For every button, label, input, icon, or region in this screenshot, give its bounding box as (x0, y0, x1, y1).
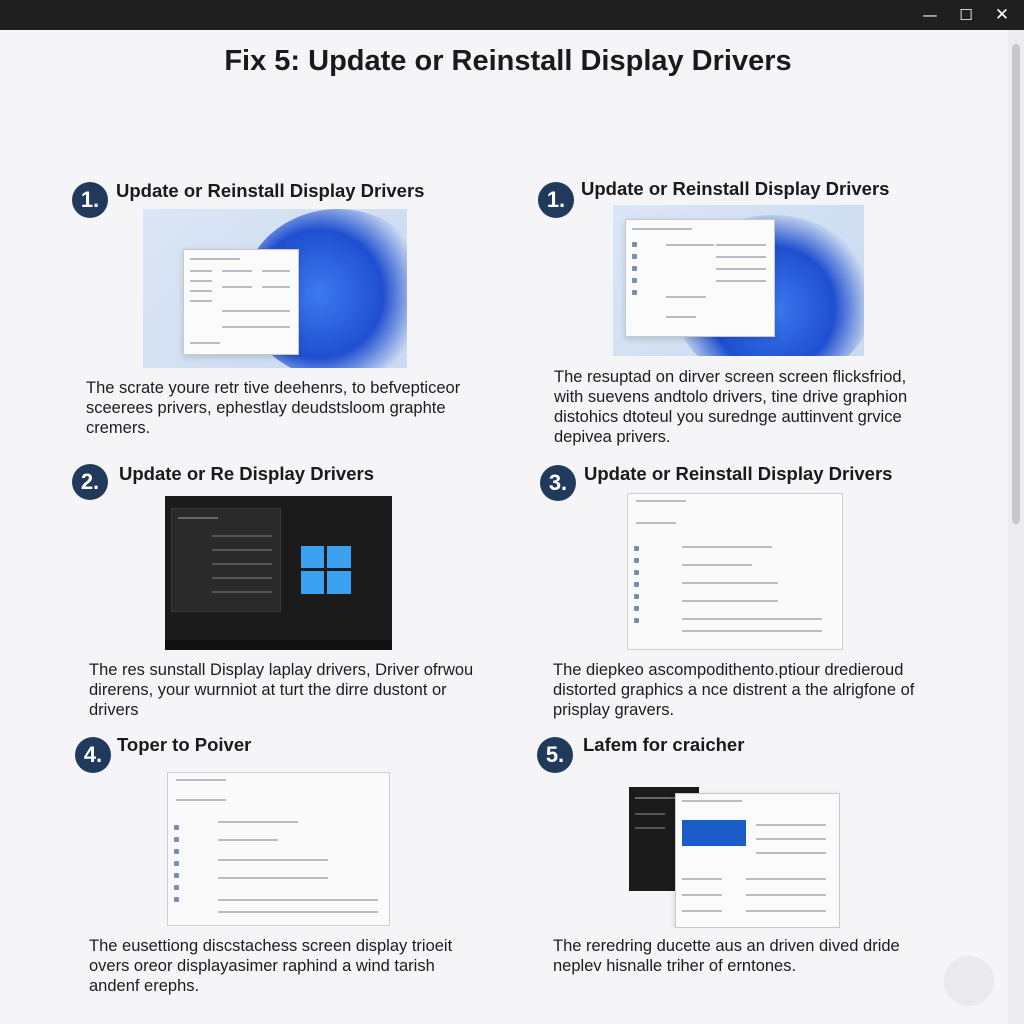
step-title: Update or Reinstall Display Drivers (584, 463, 893, 484)
step-title: Update or Reinstall Display Drivers (116, 180, 425, 201)
page-title: Fix 5: Update or Reinstall Display Drive… (224, 45, 792, 77)
step-title: Update or Reinstall Display Drivers (581, 178, 890, 199)
step-description: The resuptad on dirver screen screen fli… (554, 368, 908, 446)
window-title-bar: — ☐ ✕ (0, 0, 1024, 30)
step-screenshot (627, 493, 843, 650)
step-number-badge: 4. (75, 737, 111, 773)
maximize-icon[interactable]: ☐ (948, 0, 984, 30)
step-number-badge: 1. (538, 182, 574, 218)
driver-download-window-thumbnail (675, 793, 840, 928)
step-description: The reredring ducette aus an driven dive… (553, 937, 900, 975)
step-title: Update or Re Display Drivers (119, 463, 374, 484)
step-number-badge: 1. (72, 182, 108, 218)
step-number-badge: 3. (540, 465, 576, 501)
step-description: The diepkeo ascompodithento.ptiour dredi… (553, 661, 915, 719)
device-manager-window-thumbnail (625, 219, 775, 337)
step-number-badge: 5. (537, 737, 573, 773)
step-number-badge: 2. (72, 464, 108, 500)
close-icon[interactable]: ✕ (984, 0, 1020, 30)
windows-logo-icon (301, 546, 351, 594)
step-screenshot (613, 205, 864, 356)
step-description: The res sunstall Display laplay drivers,… (89, 661, 474, 719)
scrollbar-thumb[interactable] (1012, 44, 1020, 524)
step-description: The eusettiong discstachess screen displ… (89, 937, 453, 995)
dark-settings-panel (171, 508, 281, 612)
step-screenshot (165, 496, 392, 650)
step-screenshot (629, 787, 840, 928)
settings-window-thumbnail (183, 249, 299, 355)
step-title: Toper to Poiver (117, 734, 252, 755)
vertical-scrollbar[interactable] (1008, 30, 1024, 1024)
minimize-icon[interactable]: — (912, 0, 948, 30)
taskbar (165, 640, 392, 650)
step-title: Lafem for craicher (583, 734, 745, 755)
step-screenshot (143, 209, 407, 368)
step-screenshot (167, 772, 390, 926)
floating-action-button[interactable] (944, 956, 994, 1006)
step-description: The scrate youre retr tive deehenrs, to … (86, 379, 461, 437)
